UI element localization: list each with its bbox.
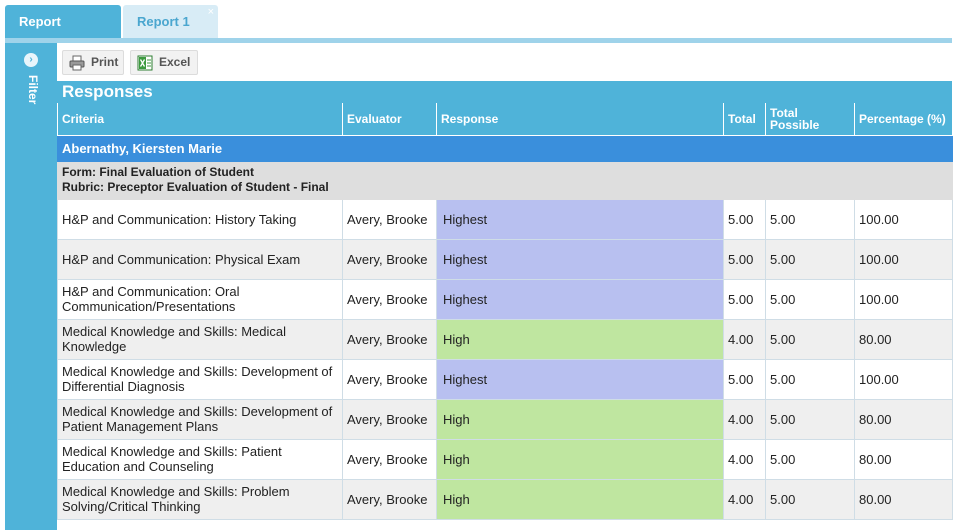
percentage-cell: 80.00 <box>854 438 953 480</box>
evaluator-cell: Avery, Brooke <box>342 198 437 240</box>
table-row: Medical Knowledge and Skills: Patient Ed… <box>57 438 953 480</box>
total-possible-cell: 5.00 <box>765 238 855 280</box>
total-cell: 5.00 <box>723 238 766 280</box>
total-cell: 4.00 <box>723 438 766 480</box>
response-cell: Highest <box>436 238 724 280</box>
column-header-criteria[interactable]: Criteria <box>57 103 343 136</box>
response-cell: Highest <box>436 198 724 240</box>
percentage-cell: 100.00 <box>854 198 953 240</box>
table-row: H&P and Communication: Physical Exam Aver… <box>57 238 953 280</box>
tab-report-1[interactable]: Report 1 × <box>123 5 218 38</box>
total-cell: 5.00 <box>723 278 766 320</box>
criteria-cell: Medical Knowledge and Skills: Developmen… <box>57 358 343 400</box>
criteria-cell: Medical Knowledge and Skills: Medical Kn… <box>57 318 343 360</box>
form-name: Form: Final Evaluation of Student <box>62 165 254 179</box>
column-header-percentage[interactable]: Percentage (%) <box>854 103 953 136</box>
student-group-row[interactable]: Abernathy, Kiersten Marie <box>57 134 953 162</box>
evaluator-cell: Avery, Brooke <box>342 278 437 320</box>
rubric-name: Rubric: Preceptor Evaluation of Student … <box>62 180 329 194</box>
tab-report-1-label: Report 1 <box>137 14 190 29</box>
evaluator-cell: Avery, Brooke <box>342 238 437 280</box>
tab-bar: Report Listing Report 1 × <box>0 0 960 62</box>
evaluator-cell: Avery, Brooke <box>342 398 437 440</box>
excel-label: Excel <box>159 55 191 69</box>
criteria-cell: Medical Knowledge and Skills: Problem So… <box>57 478 343 520</box>
column-header-total-possible[interactable]: Total Possible <box>765 103 855 136</box>
toolbar: Print Excel <box>57 43 952 81</box>
criteria-cell: H&P and Communication: History Taking <box>57 198 343 240</box>
response-cell: High <box>436 478 724 520</box>
table-row: Medical Knowledge and Skills: Problem So… <box>57 478 953 520</box>
percentage-cell: 80.00 <box>854 478 953 520</box>
student-name: Abernathy, Kiersten Marie <box>57 134 953 162</box>
total-cell: 4.00 <box>723 478 766 520</box>
total-possible-cell: 5.00 <box>765 278 855 320</box>
total-possible-cell: 5.00 <box>765 318 855 360</box>
criteria-cell: H&P and Communication: Oral Communicatio… <box>57 278 343 320</box>
total-cell: 5.00 <box>723 198 766 240</box>
evaluator-cell: Avery, Brooke <box>342 358 437 400</box>
total-possible-cell: 5.00 <box>765 438 855 480</box>
criteria-cell: Medical Knowledge and Skills: Developmen… <box>57 398 343 440</box>
evaluator-cell: Avery, Brooke <box>342 318 437 360</box>
table-row: Medical Knowledge and Skills: Developmen… <box>57 358 953 400</box>
table-row: Medical Knowledge and Skills: Medical Kn… <box>57 318 953 360</box>
table-row: H&P and Communication: Oral Communicatio… <box>57 278 953 320</box>
printer-icon <box>69 55 85 71</box>
column-header-evaluator[interactable]: Evaluator <box>342 103 437 136</box>
column-header-response[interactable]: Response <box>436 103 724 136</box>
total-possible-cell: 5.00 <box>765 198 855 240</box>
expand-filter-icon[interactable]: › <box>24 53 38 67</box>
response-cell: Highest <box>436 278 724 320</box>
excel-icon <box>137 55 153 71</box>
evaluator-cell: Avery, Brooke <box>342 478 437 520</box>
column-header-total[interactable]: Total <box>723 103 766 136</box>
percentage-cell: 100.00 <box>854 358 953 400</box>
criteria-cell: H&P and Communication: Physical Exam <box>57 238 343 280</box>
evaluator-cell: Avery, Brooke <box>342 438 437 480</box>
form-rubric-cell: Form: Final Evaluation of Student Rubric… <box>57 160 953 200</box>
print-label: Print <box>91 55 119 69</box>
filter-sidebar[interactable]: › Filter <box>5 43 57 530</box>
tab-report-listing[interactable]: Report Listing <box>5 5 121 62</box>
total-possible-cell: 5.00 <box>765 398 855 440</box>
filter-label: Filter <box>26 75 40 105</box>
print-button[interactable]: Print <box>62 50 124 75</box>
response-cell: High <box>436 398 724 440</box>
criteria-cell: Medical Knowledge and Skills: Patient Ed… <box>57 438 343 480</box>
total-cell: 4.00 <box>723 398 766 440</box>
table-header-row: Criteria Evaluator Response Total Total … <box>57 103 953 136</box>
response-cell: Highest <box>436 358 724 400</box>
percentage-cell: 100.00 <box>854 278 953 320</box>
table-row: Medical Knowledge and Skills: Developmen… <box>57 398 953 440</box>
total-possible-cell: 5.00 <box>765 358 855 400</box>
percentage-cell: 100.00 <box>854 238 953 280</box>
total-cell: 5.00 <box>723 358 766 400</box>
table-row: H&P and Communication: History Taking Ave… <box>57 198 953 240</box>
form-group-row: Form: Final Evaluation of Student Rubric… <box>57 160 953 200</box>
percentage-cell: 80.00 <box>854 398 953 440</box>
excel-button[interactable]: Excel <box>130 50 198 75</box>
panel-title: Responses <box>57 81 952 103</box>
responses-table: Criteria Evaluator Response Total Total … <box>57 103 953 520</box>
percentage-cell: 80.00 <box>854 318 953 360</box>
close-icon[interactable]: × <box>208 0 214 29</box>
total-cell: 4.00 <box>723 318 766 360</box>
response-cell: High <box>436 438 724 480</box>
total-possible-cell: 5.00 <box>765 478 855 520</box>
response-cell: High <box>436 318 724 360</box>
